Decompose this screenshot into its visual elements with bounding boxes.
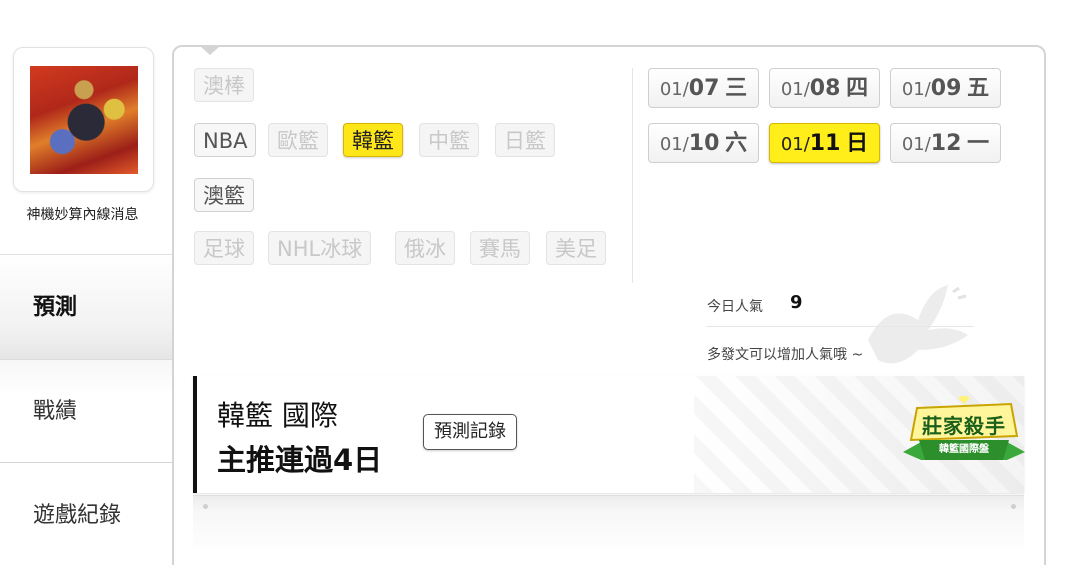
league-euro-basketball[interactable]: 歐籃 bbox=[268, 123, 328, 157]
headline-subtitle: 主推連過4日 bbox=[217, 443, 383, 477]
popularity-count: 9 bbox=[790, 292, 803, 313]
headline-title: 韓籃 國際 bbox=[217, 399, 338, 432]
league-american-football[interactable]: 美足 bbox=[546, 231, 606, 265]
profile-card[interactable] bbox=[13, 47, 154, 192]
tab-record[interactable]: 戰績 bbox=[0, 359, 172, 463]
prediction-record-button[interactable]: 預測記錄 bbox=[423, 414, 517, 450]
corner-dot bbox=[203, 504, 208, 509]
league-japan-basketball[interactable]: 日籃 bbox=[495, 123, 555, 157]
corner-dot bbox=[1011, 504, 1016, 509]
date-chip-0110[interactable]: 01/10 六 bbox=[648, 123, 759, 163]
date-chip-0111[interactable]: 01/11 日 bbox=[769, 123, 880, 163]
tab-predict[interactable]: 預測 bbox=[0, 254, 172, 359]
league-china-basketball[interactable]: 中籃 bbox=[419, 123, 479, 157]
badge-title: 莊家殺手 bbox=[922, 414, 1006, 438]
date-chip-0109[interactable]: 01/09 五 bbox=[890, 68, 1001, 108]
headline-box: 韓籃 國際 主推連過4日 預測記錄 莊家殺手 韓籃國際盤 bbox=[193, 376, 1025, 493]
league-horse-racing[interactable]: 賽馬 bbox=[470, 231, 530, 265]
date-chip-0107[interactable]: 01/07 三 bbox=[648, 68, 759, 108]
profile-name[interactable]: 神機妙算內線消息 bbox=[0, 204, 165, 224]
divider bbox=[632, 68, 633, 283]
content-area-top bbox=[193, 495, 1024, 556]
bird-decoration-icon bbox=[868, 285, 968, 364]
popularity-label: 今日人氣 bbox=[707, 299, 763, 315]
league-korea-basketball[interactable]: 韓籃 bbox=[343, 123, 403, 157]
league-aus-baseball[interactable]: 澳棒 bbox=[194, 68, 254, 102]
date-chip-0112[interactable]: 01/12 一 bbox=[890, 123, 1001, 163]
badge-subtitle: 韓籃國際盤 bbox=[939, 444, 989, 455]
league-nba[interactable]: NBA bbox=[194, 123, 257, 157]
avatar[interactable] bbox=[30, 66, 138, 174]
league-soccer[interactable]: 足球 bbox=[194, 231, 254, 265]
panel-notch bbox=[200, 46, 220, 55]
popularity-divider bbox=[706, 326, 974, 327]
league-aus-basketball[interactable]: 澳籃 bbox=[194, 178, 254, 212]
banker-killer-badge: 莊家殺手 韓籃國際盤 bbox=[903, 394, 1025, 474]
league-russia-hockey[interactable]: 俄冰 bbox=[395, 231, 455, 265]
date-chip-0108[interactable]: 01/08 四 bbox=[769, 68, 880, 108]
tab-game-history[interactable]: 遊戲紀錄 bbox=[0, 464, 172, 564]
league-nhl[interactable]: NHL冰球 bbox=[268, 231, 372, 265]
popularity-hint: 多發文可以增加人氣哦 ~ bbox=[707, 347, 864, 363]
